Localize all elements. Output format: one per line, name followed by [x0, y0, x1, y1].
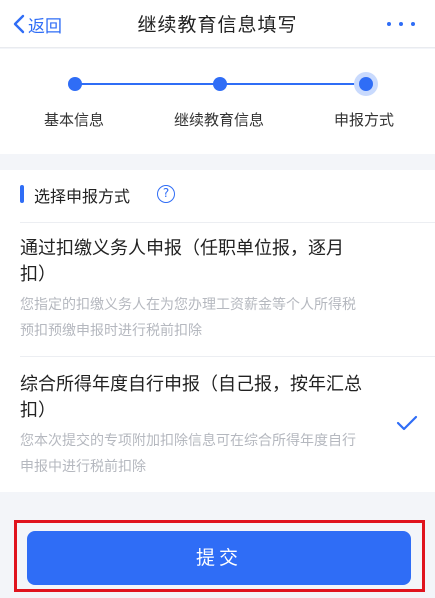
option-title: 通过扣缴义务人申报（任职单位报，逐月扣） [20, 238, 344, 285]
step-line-2 [220, 83, 366, 85]
more-menu-icon[interactable] [387, 12, 415, 36]
checkmark-icon [396, 415, 418, 431]
help-icon[interactable]: ? [157, 185, 175, 203]
step-label-declare: 申报方式 [334, 111, 395, 129]
divider [20, 222, 435, 223]
page-title: 继续教育信息填写 [137, 14, 298, 36]
option-employer-withholding[interactable]: 通过扣缴义务人申报（任职单位报，逐月扣） 您指定的扣缴义务人在为您办理工资薪金等… [20, 236, 420, 344]
option-description: 您本次提交的专项附加扣除信息可在综合所得年度自行申报中进行税前扣除 [20, 433, 356, 475]
step-label-education: 继续教育信息 [174, 111, 265, 129]
step-label-basic: 基本信息 [44, 111, 105, 129]
step-dot-education [213, 77, 227, 91]
step-dot-declare-active [354, 72, 378, 96]
submit-highlight-box: 提交 [14, 520, 425, 592]
nav-bar: 返回 继续教育信息填写 [0, 0, 435, 48]
declare-method-card: 选择申报方式 ? 通过扣缴义务人申报（任职单位报，逐月扣） 您指定的扣缴义务人在… [0, 170, 435, 492]
section-title: 选择申报方式 [34, 187, 131, 206]
divider [20, 356, 435, 357]
option-title: 综合所得年度自行申报（自己报，按年汇总扣） [20, 374, 362, 421]
submit-button[interactable]: 提交 [27, 531, 411, 585]
section-header: 选择申报方式 ? [0, 170, 435, 220]
option-self-annual-declare[interactable]: 综合所得年度自行申报（自己报，按年汇总扣） 您本次提交的专项附加扣除信息可在综合… [20, 372, 420, 480]
step-line-1 [75, 83, 220, 85]
option-description: 您指定的扣缴义务人在为您办理工资薪金等个人所得税预扣预缴申报时进行税前扣除 [20, 297, 356, 339]
section-accent-bar [20, 185, 24, 203]
progress-steps: 基本信息 继续教育信息 申报方式 [0, 49, 435, 154]
step-dot-basic [68, 77, 82, 91]
